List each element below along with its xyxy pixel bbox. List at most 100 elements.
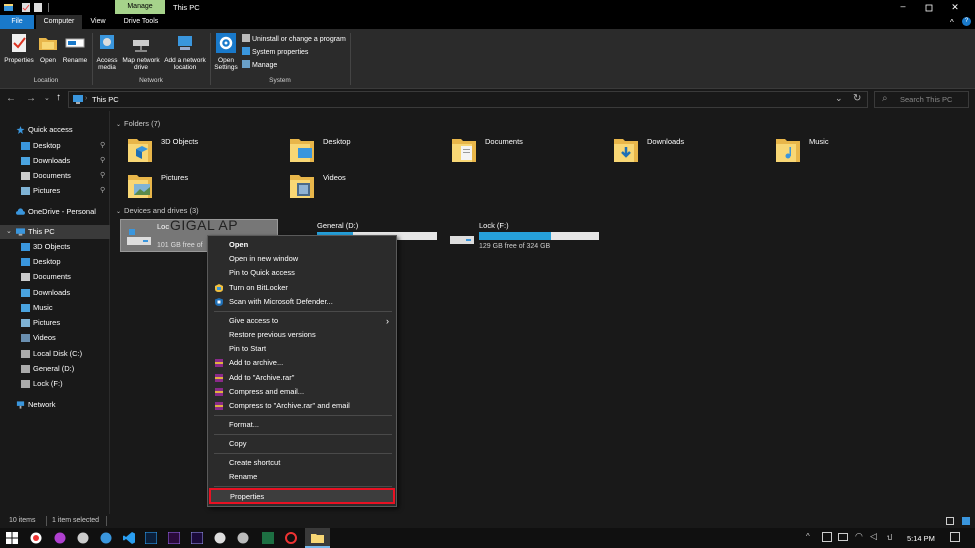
wifi-icon[interactable]: ◠ [855, 531, 863, 542]
menu-properties[interactable]: Properties [209, 488, 395, 504]
photoshop-icon[interactable] [145, 532, 157, 544]
manage-context-tab[interactable]: Manage [115, 0, 165, 14]
tray-app-icon[interactable] [822, 532, 832, 542]
devices-group-header[interactable]: ⌄ Devices and drives (3) [116, 206, 199, 215]
up-arrow-icon[interactable]: ↑ [56, 92, 61, 103]
access-media-button[interactable]: Access media [94, 33, 120, 71]
after-effects-icon[interactable] [191, 532, 203, 544]
clock[interactable]: 5:14 PM [907, 534, 935, 543]
menu-add-archive[interactable]: Add to archive... [208, 356, 398, 370]
nav-pc-videos[interactable]: Videos [0, 331, 110, 345]
forward-arrow-icon[interactable]: → [26, 93, 36, 104]
menu-restore-previous[interactable]: Restore previous versions [208, 328, 398, 342]
help-icon[interactable]: ? [962, 17, 971, 26]
menu-copy[interactable]: Copy [208, 437, 398, 451]
map-network-drive-button[interactable]: Map network drive [121, 33, 161, 71]
notification-icon[interactable] [950, 532, 960, 542]
folder-3d-objects[interactable]: 3D Objects [126, 135, 276, 169]
nav-pc-downloads[interactable]: Downloads [0, 286, 110, 300]
recent-locations-chevron-icon[interactable]: ⌄ [44, 94, 50, 102]
tab-view[interactable]: View [86, 15, 110, 29]
menu-create-shortcut[interactable]: Create shortcut [208, 456, 398, 470]
menu-open[interactable]: Open [208, 238, 398, 252]
pin-icon[interactable]: ⚲ [100, 184, 105, 198]
uninstall-button[interactable]: Uninstall or change a program [242, 34, 346, 44]
folder-desktop[interactable]: Desktop [288, 135, 438, 169]
app-icon-white[interactable] [214, 532, 226, 544]
folder-downloads[interactable]: Downloads [612, 135, 762, 169]
menu-give-access[interactable]: Give access to › [208, 314, 398, 328]
nav-this-pc[interactable]: ⌄ This PC [0, 225, 110, 239]
properties-quick-icon[interactable] [22, 3, 30, 12]
excel-icon[interactable] [262, 532, 274, 544]
menu-open-new-window[interactable]: Open in new window [208, 252, 398, 266]
large-icons-view-icon[interactable] [962, 517, 970, 525]
tab-drive-tools[interactable]: Drive Tools [116, 15, 166, 29]
nav-pc-local-disk-c[interactable]: Local Disk (C:) [0, 347, 110, 361]
address-bar[interactable]: › This PC ⌄ ↻ [68, 91, 868, 108]
back-arrow-icon[interactable]: ← [6, 93, 16, 104]
drive-lock-f[interactable]: Lock (F:) 129 GB free of 324 GB [444, 219, 604, 252]
maximize-button[interactable] [919, 2, 939, 15]
close-button[interactable]: ✕ [945, 0, 965, 15]
address-dropdown-icon[interactable]: ⌄ [835, 93, 843, 104]
new-folder-quick-icon[interactable] [34, 3, 42, 12]
system-properties-button[interactable]: System properties [242, 47, 308, 57]
battery-icon[interactable] [838, 533, 848, 541]
nav-onedrive[interactable]: OneDrive - Personal [0, 205, 110, 219]
menu-scan-defender[interactable]: Scan with Microsoft Defender... [208, 295, 398, 309]
refresh-icon[interactable]: ↻ [853, 93, 861, 104]
expand-chevron-icon[interactable]: ⌄ [6, 225, 12, 239]
menu-turn-on-bitlocker[interactable]: Turn on BitLocker [208, 281, 398, 295]
pin-icon[interactable]: ⚲ [100, 169, 105, 183]
menu-compress-email[interactable]: Compress and email... [208, 385, 398, 399]
tab-computer[interactable]: Computer [36, 15, 82, 29]
nav-quick-access[interactable]: Quick access [0, 123, 110, 137]
nav-qa-documents[interactable]: Documents ⚲ [0, 169, 110, 183]
tray-chevron-icon[interactable]: ^ [806, 532, 810, 541]
app-icon-gray[interactable] [77, 532, 89, 544]
nav-network[interactable]: Network [0, 398, 110, 412]
properties-button[interactable]: Properties [3, 33, 35, 64]
nav-pc-music[interactable]: Music [0, 301, 110, 315]
address-chevron-icon[interactable]: › [85, 95, 87, 102]
folder-music[interactable]: Music [774, 135, 924, 169]
file-explorer-taskbar-button[interactable] [305, 528, 330, 548]
premiere-icon[interactable] [168, 532, 180, 544]
nav-qa-downloads[interactable]: Downloads ⚲ [0, 154, 110, 168]
menu-pin-start[interactable]: Pin to Start [208, 342, 398, 356]
tab-file[interactable]: File [0, 15, 34, 29]
nav-qa-pictures[interactable]: Pictures ⚲ [0, 184, 110, 198]
rename-button[interactable]: Rename [61, 33, 89, 64]
folder-documents[interactable]: Documents [450, 135, 600, 169]
app-icon-purple[interactable] [54, 532, 66, 544]
menu-add-archive-rar[interactable]: Add to "Archive.rar" [208, 371, 398, 385]
pin-icon[interactable]: ⚲ [100, 139, 105, 153]
menu-compress-rar-email[interactable]: Compress to "Archive.rar" and email [208, 399, 398, 413]
menu-format[interactable]: Format... [208, 418, 398, 432]
volume-icon[interactable]: ◁ [870, 531, 877, 542]
nav-pc-3d-objects[interactable]: 3D Objects [0, 240, 110, 254]
search-box[interactable]: ⌕ Search This PC [874, 91, 969, 108]
nav-pc-documents[interactable]: Documents [0, 270, 110, 284]
app-icon-blue[interactable] [100, 532, 112, 544]
address-path[interactable]: This PC [92, 95, 119, 104]
minimize-button[interactable]: – [893, 0, 913, 15]
collapse-chevron-icon[interactable]: ⌄ [116, 122, 121, 128]
pin-icon[interactable]: ⚲ [100, 154, 105, 168]
menu-pin-quick-access[interactable]: Pin to Quick access [208, 266, 398, 280]
nav-pc-lock-f[interactable]: Lock (F:) [0, 377, 110, 391]
nav-pc-desktop[interactable]: Desktop [0, 255, 110, 269]
open-settings-button[interactable]: Open Settings [212, 33, 240, 71]
open-button[interactable]: Open [36, 33, 60, 64]
windows-start-icon[interactable] [6, 532, 18, 544]
folders-group-header[interactable]: ⌄ Folders (7) [116, 119, 160, 128]
nav-pc-pictures[interactable]: Pictures [0, 316, 110, 330]
vscode-icon[interactable] [123, 532, 135, 544]
manage-button[interactable]: Manage [242, 60, 277, 70]
ime-icon[interactable]: ป [887, 531, 892, 544]
menu-rename[interactable]: Rename [208, 470, 398, 484]
collapse-chevron-icon[interactable]: ⌄ [116, 209, 121, 215]
details-view-icon[interactable] [946, 517, 954, 525]
folder-videos[interactable]: Videos [288, 171, 438, 205]
